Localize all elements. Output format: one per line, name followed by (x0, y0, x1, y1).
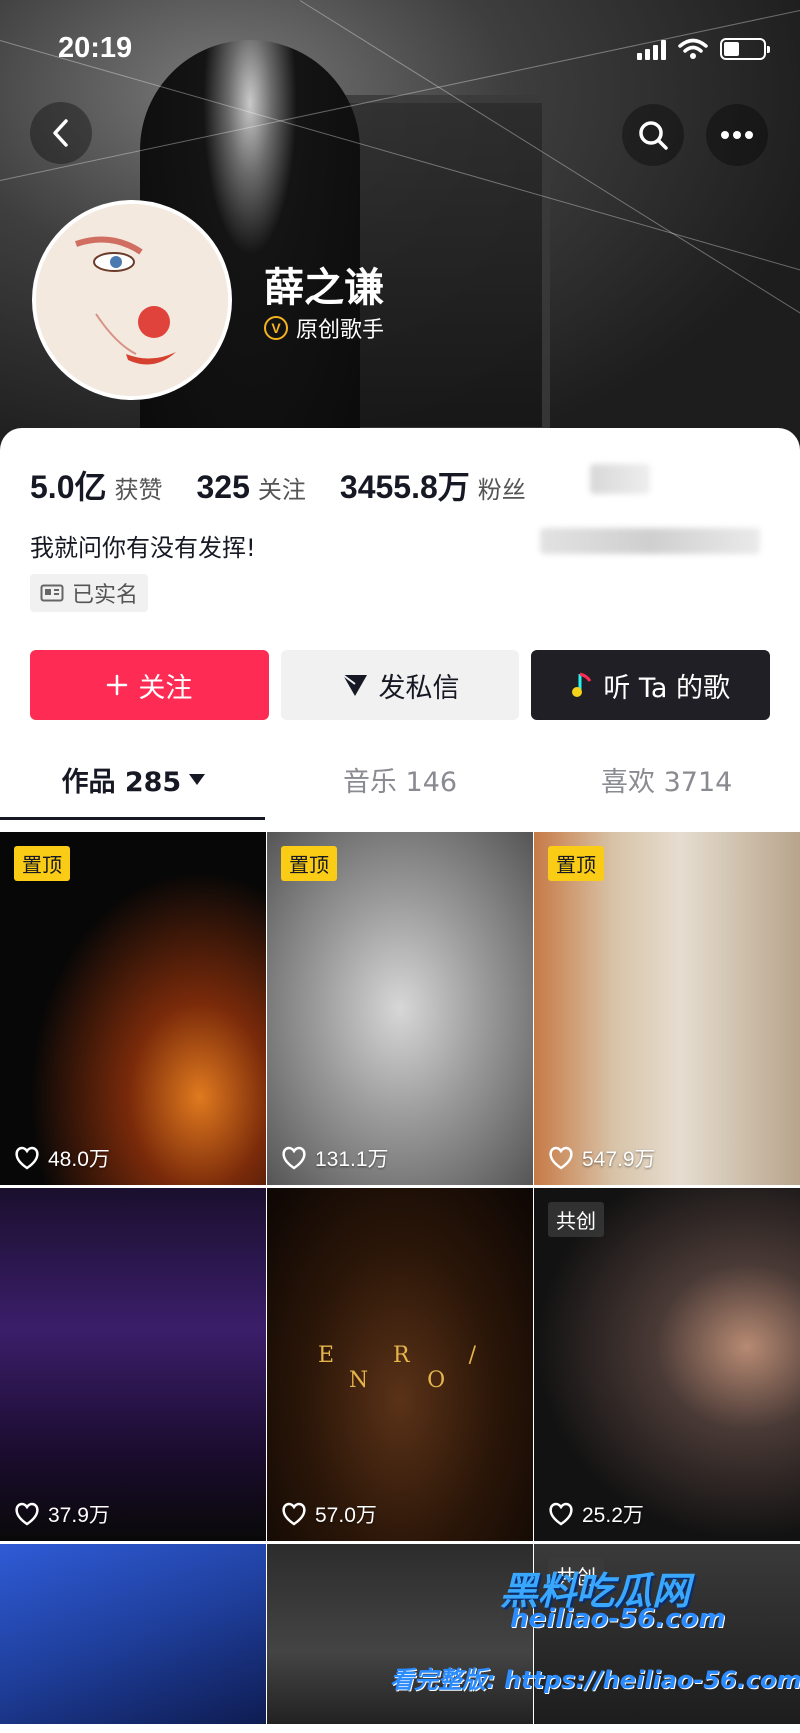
tab-likes-label: 喜欢 3714 (601, 766, 733, 798)
video-thumbnail[interactable]: E R / N O 57.0万 (267, 1188, 533, 1541)
nickname: 薛之谦 (264, 265, 384, 311)
like-count: 48.0万 (14, 1143, 110, 1173)
watermark-url: heiliao-56.com (510, 1604, 726, 1634)
blurred-region (590, 464, 650, 494)
realname-label: 已实名 (72, 583, 139, 608)
verify-row: V 原创歌手 (264, 312, 384, 344)
video-thumbnail[interactable]: 置顶 131.1万 (267, 832, 533, 1185)
id-card-icon (40, 584, 64, 602)
like-count: 25.2万 (548, 1499, 644, 1529)
status-bar: 20:19 (0, 28, 800, 72)
video-thumbnail[interactable] (0, 1544, 266, 1724)
listen-music-label: 听 Ta 的歌 (603, 672, 731, 704)
signal-icon (637, 38, 666, 60)
pinned-badge: 置顶 (14, 846, 70, 881)
status-time: 20:19 (58, 32, 133, 64)
heart-icon (282, 1146, 306, 1170)
listen-music-button[interactable]: 听 Ta 的歌 (531, 650, 771, 720)
video-thumbnail[interactable]: 置顶 48.0万 (0, 832, 266, 1185)
back-button[interactable] (30, 102, 92, 164)
like-count-value: 547.9万 (582, 1148, 656, 1171)
video-thumbnail[interactable]: 共创 25.2万 (534, 1188, 800, 1541)
verify-label: 原创歌手 (296, 318, 385, 343)
action-buttons: 关注 发私信 听 Ta 的歌 (30, 650, 771, 720)
bio-text: 我就问你有没有发挥! (30, 534, 256, 562)
avatar-face-illustration (36, 204, 228, 396)
like-count-value: 57.0万 (315, 1504, 377, 1527)
message-label: 发私信 (378, 672, 460, 704)
search-button[interactable] (622, 104, 684, 166)
message-button[interactable]: 发私信 (280, 650, 520, 720)
stat-fans-num: 3455.8万 (339, 469, 470, 505)
like-count-value: 25.2万 (582, 1504, 644, 1527)
pinned-badge: 置顶 (281, 846, 337, 881)
more-button[interactable] (706, 104, 768, 166)
heart-icon (15, 1502, 39, 1526)
follow-button[interactable]: 关注 (30, 650, 269, 720)
watermark-url-full: 看完整版: https://heiliao-56.com (390, 1666, 800, 1694)
tab-likes[interactable]: 喜欢 3714 (533, 746, 800, 812)
profile-cover: 20:19 薛之谦 V 原创歌手 (0, 0, 800, 460)
stat-following-label: 关注 (257, 476, 306, 504)
like-count: 547.9万 (548, 1143, 656, 1173)
video-overlay-text: E R / N O (317, 1343, 503, 1393)
realname-tag: 已实名 (30, 574, 149, 612)
wifi-icon (678, 38, 708, 59)
more-icon (721, 131, 753, 139)
tab-music-label: 音乐 146 (342, 766, 458, 798)
stat-likes-num: 5.0亿 (30, 469, 107, 505)
music-note-icon (572, 672, 592, 697)
like-count: 131.1万 (281, 1143, 389, 1173)
status-icons (637, 38, 770, 60)
like-count: 37.9万 (14, 1499, 110, 1529)
tab-works[interactable]: 作品 285 (0, 746, 267, 820)
stat-following-num: 325 (196, 469, 250, 505)
search-icon (639, 121, 668, 150)
pinned-badge: 置顶 (548, 846, 604, 881)
follow-label: 关注 (138, 672, 193, 704)
stat-likes[interactable]: 5.0亿 获赞 (30, 462, 163, 508)
stat-following[interactable]: 325 关注 (197, 469, 306, 506)
stat-fans-label: 粉丝 (477, 476, 526, 504)
video-thumbnail[interactable] (267, 1544, 533, 1724)
heart-icon (15, 1146, 39, 1170)
battery-icon (720, 38, 770, 60)
tab-music[interactable]: 音乐 146 (267, 746, 534, 812)
stat-likes-label: 获赞 (114, 476, 163, 504)
plus-icon (107, 674, 128, 696)
avatar[interactable] (32, 200, 232, 400)
like-count-value: 48.0万 (48, 1148, 110, 1171)
like-count-value: 37.9万 (48, 1504, 110, 1527)
co-create-badge: 共创 (548, 1202, 604, 1237)
video-thumbnail[interactable]: 置顶 547.9万 (534, 832, 800, 1185)
caret-down-icon[interactable] (189, 773, 206, 785)
like-count-value: 131.1万 (315, 1148, 389, 1171)
stats-row: 5.0亿 获赞 325 关注 3455.8万 粉丝 (30, 462, 560, 508)
video-thumbnail[interactable]: 37.9万 (0, 1188, 266, 1541)
stat-fans[interactable]: 3455.8万 粉丝 (340, 462, 526, 508)
send-icon (341, 674, 367, 696)
tab-works-label: 作品 285 (61, 766, 182, 798)
content-tabs: 作品 285 音乐 146 喜欢 3714 (0, 746, 800, 820)
profile-card: 5.0亿 获赞 325 关注 3455.8万 粉丝 我就问你有没有发挥! 已实名… (0, 428, 800, 1733)
heart-icon (549, 1502, 573, 1526)
verified-badge-icon: V (264, 316, 288, 340)
heart-icon (282, 1502, 306, 1526)
blurred-region (540, 528, 760, 554)
heart-icon (549, 1146, 573, 1170)
back-icon (53, 119, 68, 147)
like-count: 57.0万 (281, 1499, 377, 1529)
